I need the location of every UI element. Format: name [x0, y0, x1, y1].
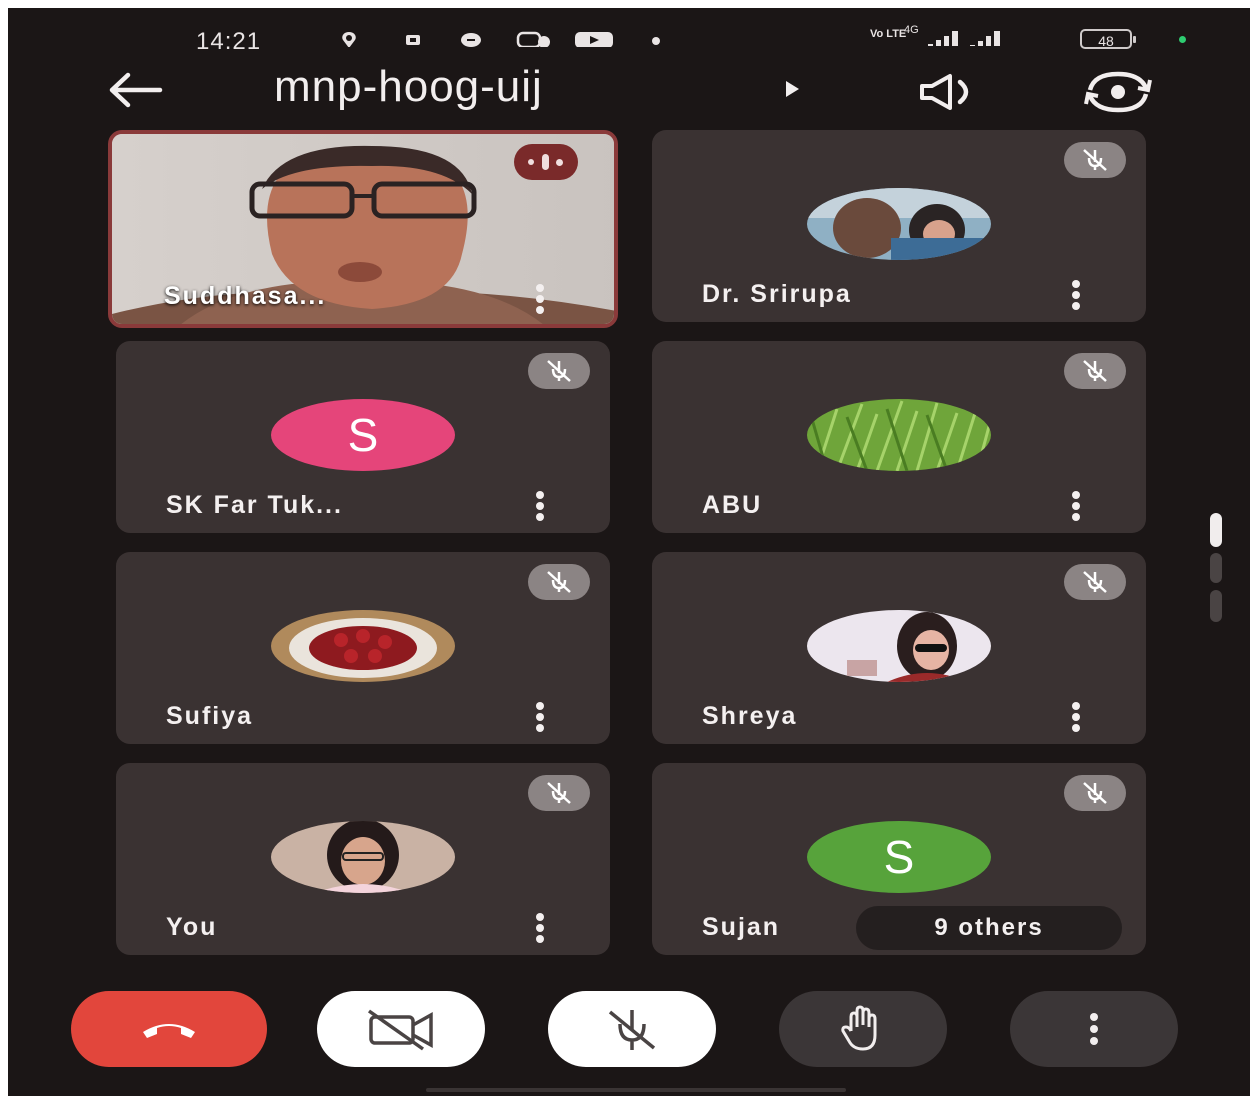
speaking-indicator [514, 144, 578, 180]
more-options-icon [1090, 1013, 1098, 1045]
participant-options-icon[interactable] [534, 702, 546, 734]
participant-tile[interactable]: Dr. Srirupa [652, 130, 1146, 322]
more-options-button[interactable] [1010, 991, 1178, 1067]
raise-hand-button[interactable] [779, 991, 947, 1067]
volte-label: Vo LTE [870, 28, 907, 40]
scroll-position-indicator[interactable] [1210, 513, 1222, 547]
switch-camera-icon[interactable] [1080, 68, 1156, 116]
mic-off-icon [608, 1010, 656, 1050]
scroll-track-segment [1210, 590, 1222, 622]
participant-name: Sufiya [166, 702, 254, 730]
end-call-icon [143, 1024, 195, 1038]
mic-off-badge-icon [1064, 564, 1126, 600]
raise-hand-icon [841, 1005, 877, 1051]
participant-options-icon[interactable] [1070, 702, 1082, 734]
others-count-badge[interactable]: 9 others [856, 906, 1122, 950]
participant-tile[interactable]: You [116, 763, 610, 955]
more-notifications-dot-icon [652, 37, 660, 45]
participant-name: Sujan [702, 913, 781, 941]
participant-avatar [807, 188, 991, 260]
participant-avatar: S [271, 399, 455, 471]
privacy-indicator-dot [1179, 36, 1186, 43]
participant-tile[interactable]: S Sujan 9 others [652, 763, 1146, 955]
participant-name: Suddhasa... [164, 282, 327, 310]
participant-options-icon[interactable] [534, 491, 546, 523]
app-notification-icon [406, 35, 420, 45]
network-type: 4G [904, 24, 919, 36]
speaker-icon[interactable] [916, 72, 986, 112]
battery-indicator: 48 [1080, 29, 1136, 49]
participant-options-icon[interactable] [534, 284, 546, 316]
meeting-code-title[interactable]: mnp-hoog-uij [274, 62, 543, 112]
mic-off-badge-icon [1064, 142, 1126, 178]
gesture-navigation-bar[interactable] [426, 1088, 846, 1092]
meeting-details-arrow-icon[interactable] [786, 81, 799, 97]
participant-tile[interactable]: Suddhasa... [108, 130, 618, 328]
participant-avatar [807, 399, 991, 471]
youtube-icon [575, 32, 613, 47]
participant-name: Dr. Srirupa [702, 280, 852, 308]
participant-options-icon[interactable] [1070, 491, 1082, 523]
end-call-button[interactable] [71, 991, 267, 1067]
mic-off-badge-icon [1064, 353, 1126, 389]
camera-off-icon [367, 1009, 433, 1051]
meet-screen: 14:21 Vo LTE 4G 48 mnp-hoog-uij Suddhasa… [8, 8, 1250, 1096]
participant-avatar: S [807, 821, 991, 893]
participant-options-icon[interactable] [534, 913, 546, 945]
avatar-letter: S [347, 409, 379, 461]
avatar-letter: S [883, 831, 915, 883]
participant-name: You [166, 913, 218, 941]
scroll-track-segment [1210, 553, 1222, 583]
chat-notification-icon [461, 33, 481, 47]
participant-name: ABU [702, 491, 763, 519]
participant-tile[interactable]: Shreya [652, 552, 1146, 744]
messenger-icon [516, 31, 550, 47]
participant-tile[interactable]: S SK Far Tuk... [116, 341, 610, 533]
participant-avatar [807, 610, 991, 682]
participant-tile[interactable]: Sufiya [116, 552, 610, 744]
mic-off-badge-icon [528, 564, 590, 600]
mic-off-badge-icon [528, 353, 590, 389]
status-time: 14:21 [196, 28, 262, 55]
mic-off-badge-icon [528, 775, 590, 811]
participant-avatar [271, 610, 455, 682]
participant-name: Shreya [702, 702, 798, 730]
participant-avatar [271, 821, 455, 893]
mic-toggle-button[interactable] [548, 991, 716, 1067]
participant-name: SK Far Tuk... [166, 491, 343, 519]
signal-strength-icon [928, 31, 1000, 46]
participant-tile[interactable]: ABU [652, 341, 1146, 533]
back-arrow-icon[interactable] [104, 70, 164, 110]
participant-options-icon[interactable] [1070, 280, 1082, 312]
location-icon [342, 32, 356, 47]
camera-toggle-button[interactable] [317, 991, 485, 1067]
mic-off-badge-icon [1064, 775, 1126, 811]
